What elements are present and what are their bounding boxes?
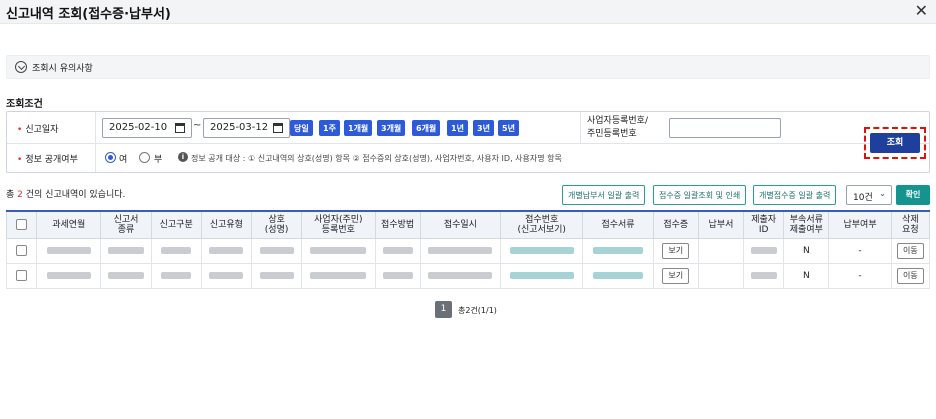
paid-cell: - xyxy=(828,262,892,289)
col-header: 접수방법 xyxy=(374,210,421,239)
select-all-checkbox[interactable] xyxy=(16,219,28,231)
col-header: 납부서 xyxy=(697,210,745,239)
col-header: 사업자(주민) 등록번호 xyxy=(301,210,376,239)
receipt-view-button[interactable]: 보기 xyxy=(662,267,690,284)
disclosure-no-radio[interactable] xyxy=(139,152,150,163)
col-header: 접수서류 xyxy=(582,210,654,239)
redacted-link[interactable] xyxy=(509,246,574,254)
row-checkbox[interactable] xyxy=(16,245,28,256)
table-row: 보기 N - 이동 xyxy=(5,262,931,289)
redacted-value xyxy=(382,246,413,254)
tax-bill-cell xyxy=(697,237,745,264)
redacted-value xyxy=(750,271,777,279)
redacted-value xyxy=(310,271,367,279)
redacted-link[interactable] xyxy=(593,271,644,279)
redacted-value xyxy=(209,246,244,254)
tax-bill-cell xyxy=(697,262,745,289)
col-header: 납부여부 xyxy=(828,210,892,239)
title-bar: 신고내역 조회(접수증·납부서) ✕ xyxy=(0,0,936,24)
select-all-header xyxy=(5,210,38,239)
period-5year-button[interactable]: 5년 xyxy=(498,120,519,136)
close-icon[interactable]: ✕ xyxy=(915,1,928,20)
notice-label: 조회시 유의사항 xyxy=(32,64,93,74)
pagination-summary: 총2건(1/1) xyxy=(458,306,497,315)
redacted-value xyxy=(161,246,192,254)
disclosure-label: • 정보 공개여부 xyxy=(17,155,78,165)
info-icon: i xyxy=(178,152,188,162)
col-header: 신고유형 xyxy=(200,210,253,239)
period-3month-button[interactable]: 3개월 xyxy=(377,120,406,136)
period-1month-button[interactable]: 1개월 xyxy=(344,120,373,136)
section-title: 조회조건 xyxy=(6,99,43,110)
col-header: 부속서류 제출여부 xyxy=(783,210,830,239)
col-header: 과세연월 xyxy=(36,210,102,239)
redacted-value xyxy=(428,271,493,279)
search-conditions-panel: • 신고일자 2025-02-10 ~ 2025-03-12 당일 1주 1개월 … xyxy=(6,111,930,173)
receipt-view-button[interactable]: 보기 xyxy=(662,242,690,259)
calendar-icon[interactable] xyxy=(273,123,283,133)
start-date-input[interactable]: 2025-02-10 xyxy=(102,118,192,138)
disclosure-yes-radio[interactable] xyxy=(105,152,116,163)
col-header: 신고서 종류 xyxy=(100,210,152,239)
redacted-value xyxy=(310,246,367,254)
col-header: 상호 (성명) xyxy=(250,210,303,239)
table-header-row: 과세연월 신고서 종류 신고구분 신고유형 상호 (성명) 사업자(주민) 등록… xyxy=(5,210,931,239)
redacted-value xyxy=(259,246,294,254)
disclosure-no-label: 부 xyxy=(154,155,163,165)
redacted-value xyxy=(750,246,777,254)
chevron-down-icon: ⌄ xyxy=(879,189,886,198)
biz-number-label: 사업자등록번호/주민등록번호 xyxy=(587,116,648,139)
col-header: 신고구분 xyxy=(150,210,202,239)
col-header: 제출자 ID xyxy=(743,210,785,239)
page-size-select[interactable]: 10건 ⌄ xyxy=(846,185,892,205)
disclosure-info-text: 정보 공개 대상 : ① 신고내역의 상호(성명) 항목 ② 접수증의 상호(성… xyxy=(191,154,562,163)
redacted-link[interactable] xyxy=(593,246,644,254)
notice-toggle[interactable]: 조회시 유의사항 xyxy=(6,55,930,79)
redacted-link[interactable] xyxy=(509,271,574,279)
paid-cell: - xyxy=(828,237,892,264)
date-range-separator: ~ xyxy=(193,120,202,131)
attached-cell: N xyxy=(783,262,830,289)
period-3year-button[interactable]: 3년 xyxy=(473,120,494,136)
redacted-value xyxy=(428,246,493,254)
redacted-value xyxy=(382,271,413,279)
page-button-current[interactable]: 1 xyxy=(435,301,452,318)
period-1week-button[interactable]: 1주 xyxy=(319,120,340,136)
results-table: 과세연월 신고서 종류 신고구분 신고유형 상호 (성명) 사업자(주민) 등록… xyxy=(5,210,931,289)
col-header: 접수번호 (신고서보기) xyxy=(500,210,584,239)
conditions-row-date: • 신고일자 2025-02-10 ~ 2025-03-12 당일 1주 1개월 … xyxy=(7,112,929,144)
disclosure-yes-label: 여 xyxy=(119,155,128,165)
result-count: 총 2 건의 신고내역이 있습니다. xyxy=(6,190,126,200)
bulk-receipt-view-print-button[interactable]: 접수증 일괄조회 및 인쇄 xyxy=(653,185,747,205)
redacted-value xyxy=(46,246,91,254)
search-button[interactable]: 조회 xyxy=(870,133,920,153)
end-date-input[interactable]: 2025-03-12 xyxy=(203,118,290,138)
period-today-button[interactable]: 당일 xyxy=(290,120,313,136)
attached-cell: N xyxy=(783,237,830,264)
bulk-receipt-print-button[interactable]: 개별접수증 일괄 출력 xyxy=(753,185,837,205)
window-title: 신고내역 조회(접수증·납부서) xyxy=(6,7,171,22)
search-button-highlight: 조회 xyxy=(864,127,926,159)
period-6month-button[interactable]: 6개월 xyxy=(412,120,441,136)
biz-number-input[interactable] xyxy=(669,118,781,138)
row-checkbox[interactable] xyxy=(16,270,28,281)
period-1year-button[interactable]: 1년 xyxy=(447,120,468,136)
table-row: 보기 N - 이동 xyxy=(5,237,931,264)
redacted-value xyxy=(259,271,294,279)
redacted-value xyxy=(209,271,244,279)
delete-request-button[interactable]: 이동 xyxy=(896,267,924,284)
delete-request-button[interactable]: 이동 xyxy=(896,242,924,259)
redacted-value xyxy=(46,271,91,279)
bulk-tax-bill-print-button[interactable]: 개별납부서 일괄 출력 xyxy=(562,185,646,205)
confirm-button[interactable]: 확인 xyxy=(896,185,930,205)
redacted-value xyxy=(161,271,192,279)
redacted-value xyxy=(107,271,144,279)
redacted-value xyxy=(107,246,144,254)
col-header: 접수증 xyxy=(652,210,699,239)
col-header: 접수일시 xyxy=(419,210,502,239)
col-header: 삭제 요청 xyxy=(890,210,931,239)
chevron-down-circle-icon xyxy=(15,61,27,73)
calendar-icon[interactable] xyxy=(175,123,185,133)
report-date-label: • 신고일자 xyxy=(17,125,59,135)
